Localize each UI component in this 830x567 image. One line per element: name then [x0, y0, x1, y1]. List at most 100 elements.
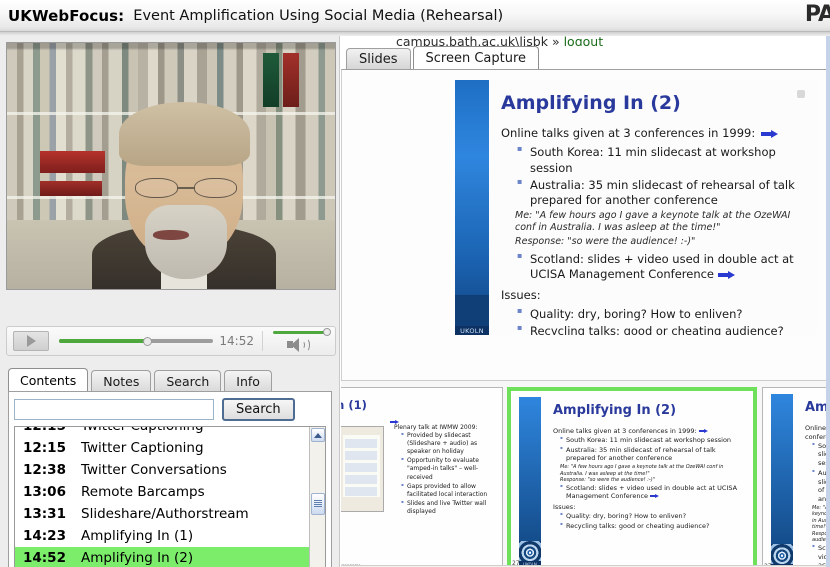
thumbnail-bullet: Provided by slidecast (Slideshare + audi… [401, 431, 498, 456]
list-item-selected[interactable]: 14:52 Amplifying In (2) [15, 547, 311, 567]
tab-info[interactable]: Info [224, 370, 272, 392]
speaker-icon[interactable] [287, 338, 310, 352]
thumbnail-lead: Online talks given at 3 conferences in 1… [553, 427, 747, 436]
logout-link[interactable]: logout [564, 34, 604, 46]
thumbnail-slide[interactable]: UKOLN 27 Amp Online talks given at 3 con… [762, 387, 830, 567]
thumbnail-bullet: Scotland: slides + video used in double … [560, 483, 747, 502]
list-item-title: Twitter Conversations [81, 462, 227, 478]
list-item[interactable]: 12:15 Twitter Captioning [15, 426, 311, 437]
glasses-lens-right [193, 178, 237, 198]
speaker-mouth [152, 229, 190, 240]
slide-quote-response: Response: "so were the audience! :-)" [515, 236, 696, 248]
right-panel: campus.bath.ac.uk\lisbk » logout Slides … [341, 34, 830, 567]
right-arrow-icon [761, 130, 779, 139]
list-item-time: 12:15 [23, 440, 66, 456]
tab-notes[interactable]: Notes [91, 370, 152, 392]
thumbnail-bullet: Recycling talks: good or cheating audien… [560, 521, 747, 531]
contents-panel: Search 12:15 Twitter Captioning 12:15 Tw… [8, 391, 332, 567]
slide-issues-list: Quality: dry, boring? How to enliven? Re… [517, 306, 809, 335]
right-arrow-icon [698, 429, 708, 433]
thumbnail-strip[interactable]: ying In (1) ing mia Plenary talk at IWMW… [341, 380, 830, 567]
right-arrow-icon [650, 494, 660, 499]
list-item-time: 14:23 [23, 528, 66, 544]
webcam-video[interactable] [6, 42, 336, 290]
tab-screen-capture[interactable]: Screen Capture [412, 46, 540, 70]
left-tab-bar: Contents Notes Search Info [8, 368, 332, 392]
red-folder-stack [39, 180, 103, 196]
thumbnail-content: UKOLN 27 Amp Online talks given at 3 con… [763, 388, 830, 567]
seek-progress-fill [59, 339, 146, 343]
slide-bullet: Scotland: slides + video used in double … [517, 251, 809, 283]
search-input[interactable] [14, 398, 214, 420]
volume-handle[interactable] [323, 328, 331, 336]
slide-bullet: Australia: 35 min slidecast of rehearsal… [517, 177, 809, 209]
speaker-glasses [134, 178, 237, 198]
scroll-up-icon[interactable] [311, 428, 325, 442]
search-row: Search [14, 397, 326, 421]
breadcrumb-separator: » [551, 34, 560, 46]
list-item[interactable]: 12:38 Twitter Conversations [15, 459, 311, 481]
app-header: UKWebFocus: Event Amplification Using So… [0, 0, 830, 32]
tab-contents[interactable]: Contents [8, 368, 89, 392]
right-arrow-icon [717, 271, 735, 280]
thumbnail-screenshot: ing mia [341, 426, 384, 512]
speaker-beard [144, 205, 227, 280]
current-time-label: 14:52 [219, 334, 254, 348]
speaker-hair [118, 102, 250, 166]
thumbnail-bullet: Quality: dry, boring? How to enliven? [560, 511, 747, 521]
thumbnail-title: Amplifying In (2) [553, 403, 677, 418]
slide-corner-dot-icon [797, 90, 805, 98]
left-panel: 14:52 Contents Notes Search Info Search … [0, 36, 340, 567]
thumbnail-bullet-list-2: Scotland: slides + video used in double … [560, 483, 747, 502]
ukoln-logo-label: UKOLN [455, 326, 489, 335]
slide-bullet: Recycling talks: good or cheating audien… [517, 323, 809, 335]
thumbnail-slide[interactable]: ying In (1) ing mia Plenary talk at IWMW… [341, 387, 503, 567]
slide-lead-text: Online talks given at 3 conferences in 1… [501, 126, 756, 140]
list-item-time: 14:52 [23, 550, 66, 566]
list-item-title: Amplifying In (2) [81, 550, 194, 566]
seek-handle[interactable] [143, 336, 153, 346]
list-item[interactable]: 13:31 Slideshare/Authorstream [15, 503, 311, 525]
thumbnail-bullet: Slides and live Twitter wall displayed [401, 499, 498, 516]
scrollbar-thumb[interactable] [311, 493, 325, 515]
tab-slides[interactable]: Slides [346, 48, 411, 70]
slide-viewer[interactable]: UKOLN 27 Amplifying In (2) Online talks … [341, 69, 830, 380]
grip-icon [314, 500, 322, 508]
list-item-title: Amplifying In (1) [81, 528, 194, 544]
contents-scrollbar[interactable] [309, 427, 325, 567]
glasses-lens-left [134, 178, 178, 198]
list-item-time: 13:06 [23, 484, 66, 500]
screenshot-light-panel [343, 435, 380, 497]
thumbnail-quote-me: Me: "A few hours ago I gave a keynote ta… [560, 464, 724, 477]
list-item-title: Remote Barcamps [81, 484, 205, 500]
contents-list[interactable]: 12:15 Twitter Captioning 12:15 Twitter C… [14, 426, 326, 567]
right-tab-bar: Slides Screen Capture [346, 46, 541, 70]
thumbnail-bullet-list: Provided by slidecast (Slideshare + audi… [401, 431, 498, 516]
breadcrumb: campus.bath.ac.uk\lisbk » logout [396, 34, 603, 46]
current-slide: UKOLN 27 Amplifying In (2) Online talks … [455, 80, 817, 335]
slide-body: Online talks given at 3 conferences in 1… [501, 126, 809, 335]
divider [262, 331, 263, 351]
thumbnail-issues-label: Issues: [553, 503, 576, 512]
slide-bullet-list-2: Scotland: slides + video used in double … [517, 251, 809, 283]
list-item[interactable]: 12:15 Twitter Captioning [15, 437, 311, 459]
list-item[interactable]: 13:06 Remote Barcamps [15, 481, 311, 503]
seek-bar[interactable] [59, 331, 214, 351]
thumbnail-lead-text: Online talks given at 3 conferences in 1… [553, 427, 697, 435]
chevron-up-icon [314, 432, 322, 438]
search-button[interactable]: Search [222, 397, 295, 421]
play-button[interactable] [13, 331, 49, 351]
thumbnail-content: ying In (1) ing mia Plenary talk at IWMW… [341, 388, 502, 567]
list-item[interactable]: 14:23 Amplifying In (1) [15, 525, 311, 547]
volume-track [273, 331, 329, 334]
thumbnail-slide-selected[interactable]: UKOLN 27 Amplifying In (2) Online talks … [507, 387, 757, 567]
tab-search[interactable]: Search [154, 370, 222, 392]
video-player-controls: 14:52 [6, 326, 336, 356]
thumbnail-content: UKOLN 27 Amplifying In (2) Online talks … [511, 391, 753, 567]
thumbnail-bullet: Gaps provided to allow facilitated local… [401, 482, 498, 499]
thumbnail-bullet: South Korea: 11 min slidecast at worksho… [560, 435, 747, 445]
list-item-title: Twitter Captioning [81, 426, 204, 434]
list-item-time: 12:15 [23, 426, 66, 434]
pa-logo: PA [804, 2, 830, 27]
volume-control[interactable] [269, 328, 335, 353]
